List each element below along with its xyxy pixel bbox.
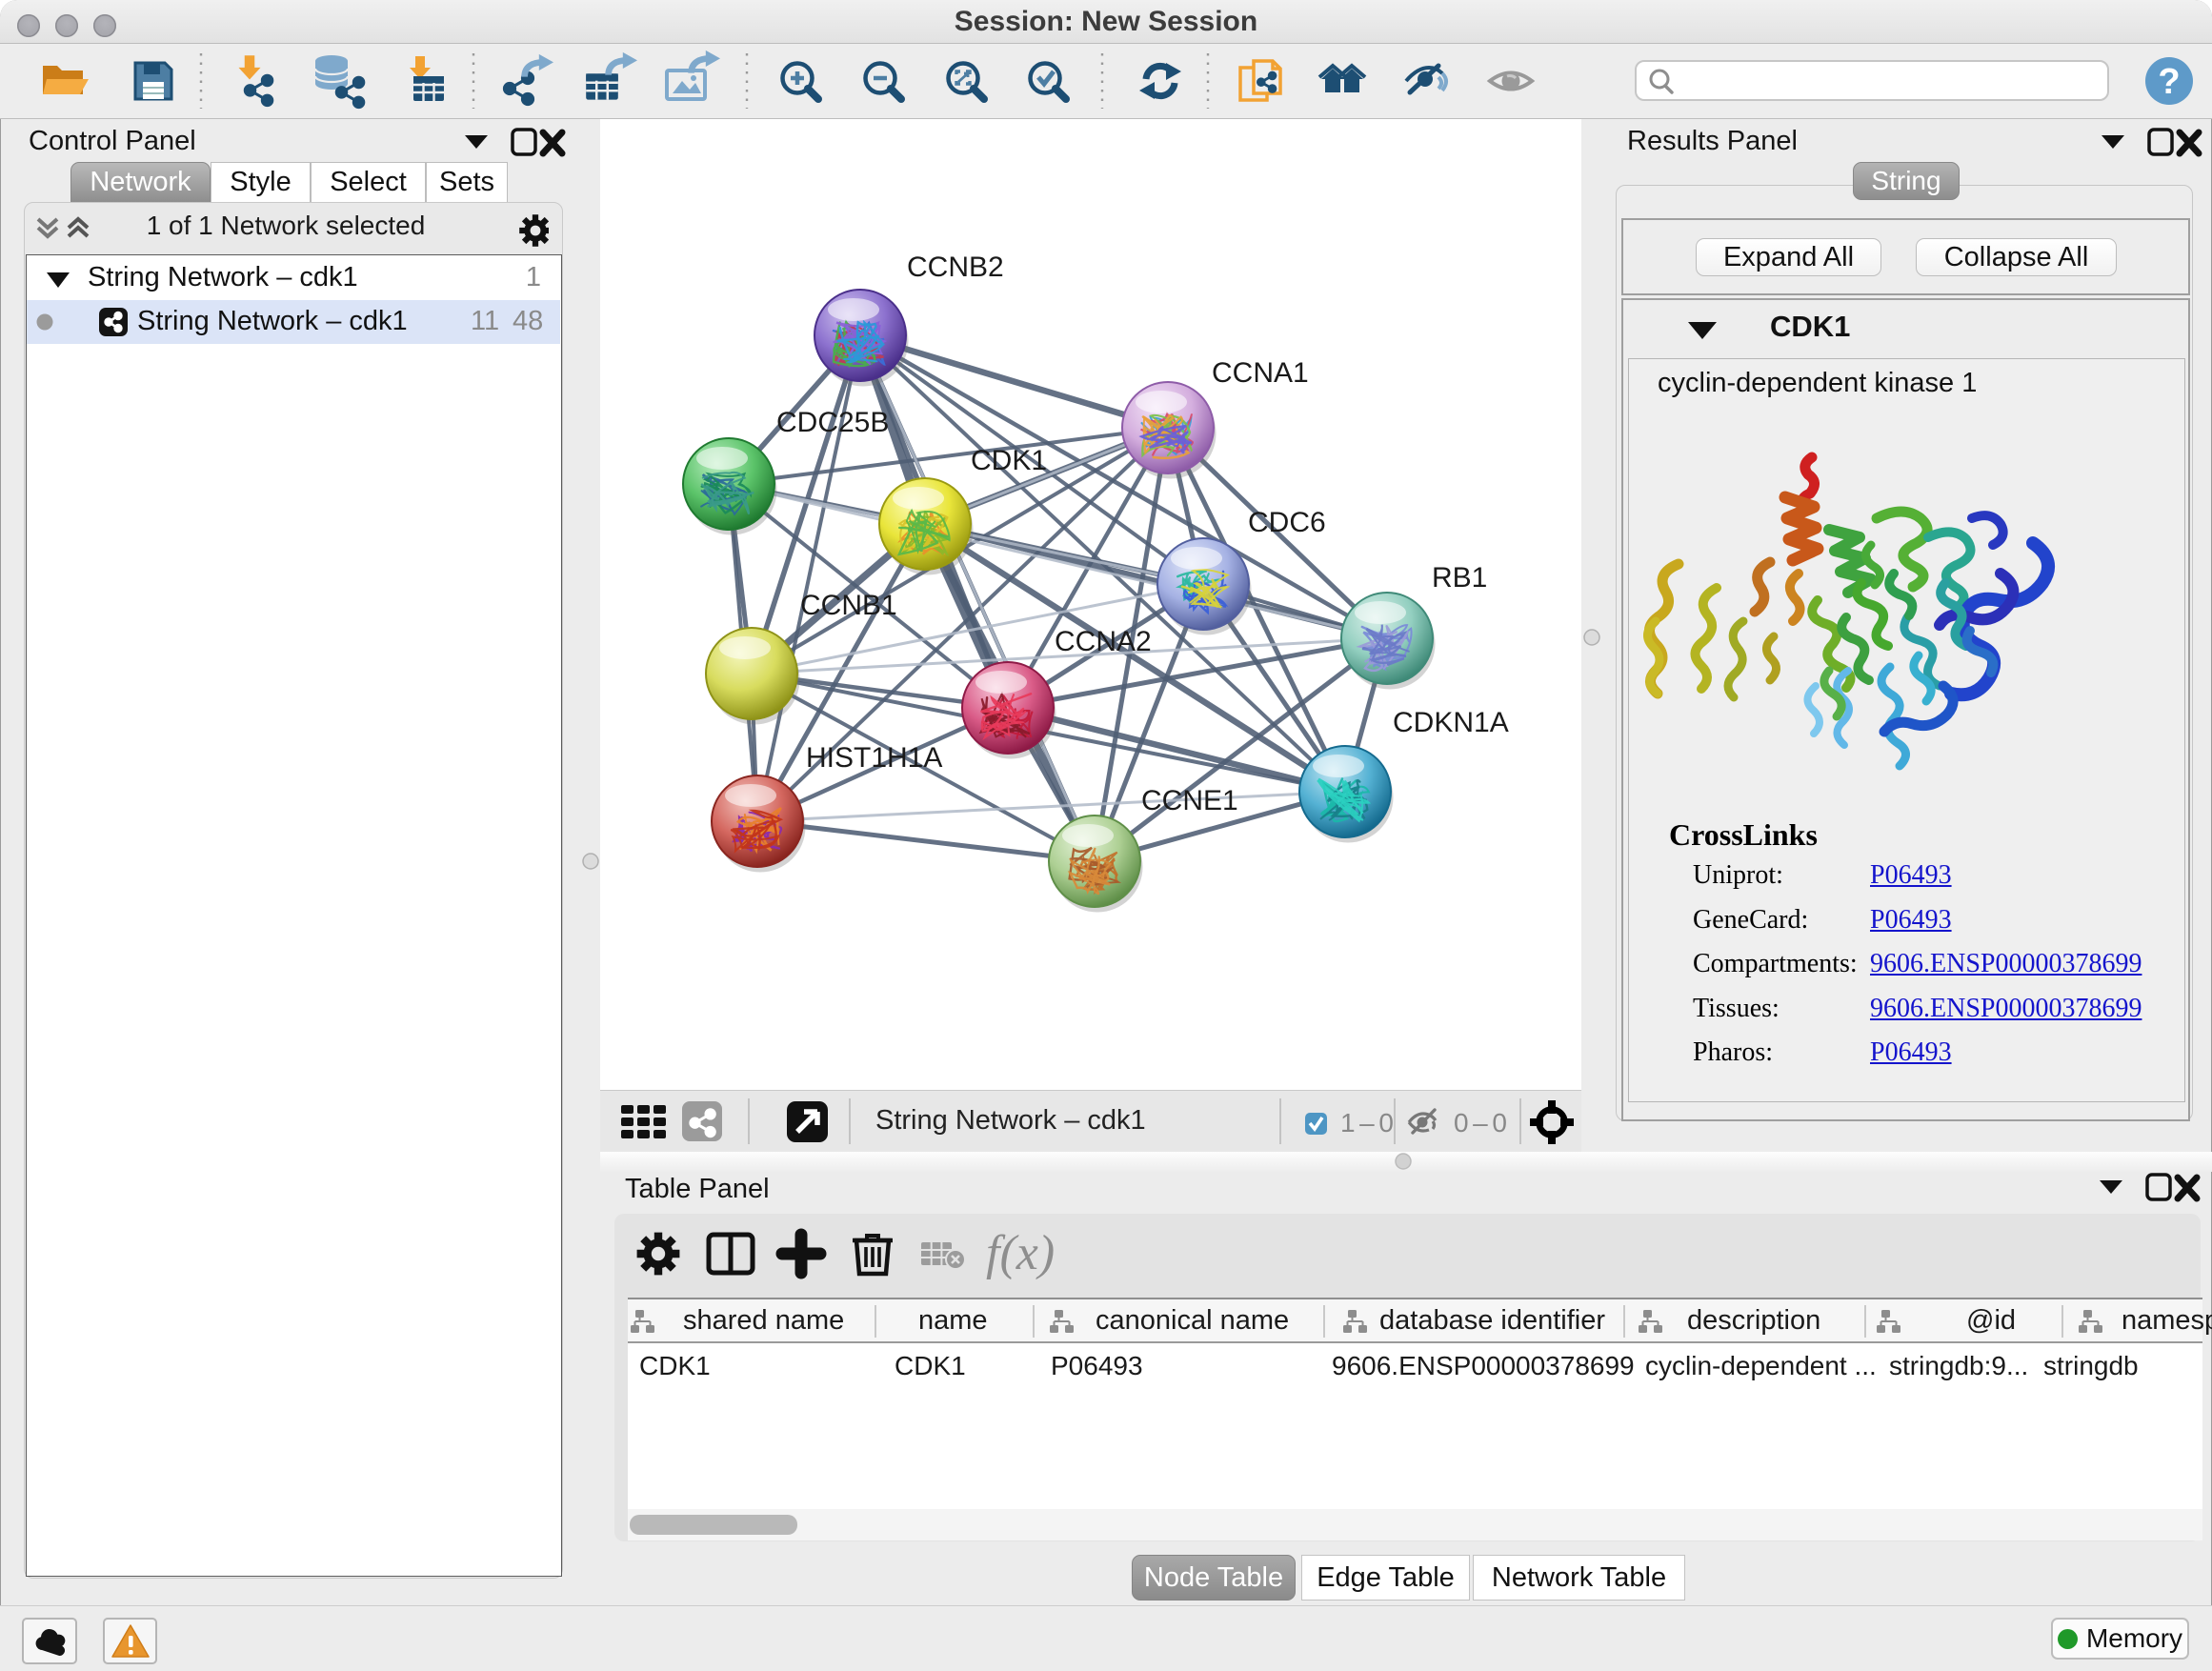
svg-text:?: ? (2158, 62, 2180, 102)
svg-text:f(x): f(x) (986, 1226, 1055, 1280)
svg-text:CDC25B: CDC25B (776, 407, 889, 438)
svg-text:CDC6: CDC6 (1248, 507, 1326, 538)
svg-text:CDKN1A: CDKN1A (1393, 707, 1509, 738)
svg-text:RB1: RB1 (1432, 562, 1487, 594)
svg-text:CCNA1: CCNA1 (1212, 357, 1309, 389)
svg-text:CCNA2: CCNA2 (1055, 626, 1152, 657)
svg-text:HIST1H1A: HIST1H1A (806, 742, 942, 774)
svg-text:CDK1: CDK1 (971, 445, 1047, 476)
svg-text:CCNE1: CCNE1 (1141, 785, 1238, 816)
svg-text:CCNB1: CCNB1 (800, 590, 897, 621)
svg-text:CCNB2: CCNB2 (907, 252, 1004, 283)
